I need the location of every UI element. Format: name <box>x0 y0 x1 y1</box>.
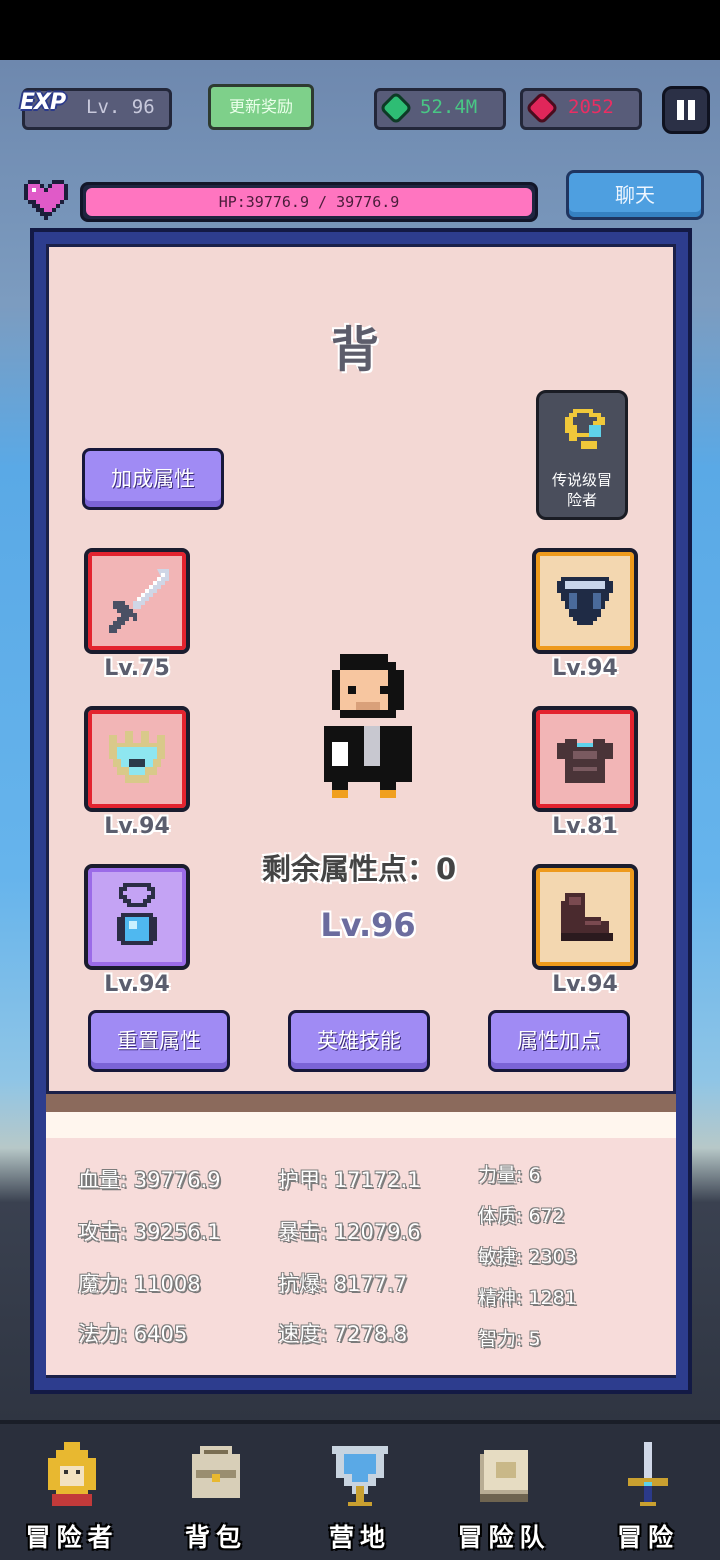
nav-team[interactable]: 冒险队 <box>432 1420 576 1560</box>
backpack-icon <box>192 1446 240 1498</box>
pause-icon <box>677 100 684 120</box>
equip-slot-helmet[interactable] <box>84 706 190 812</box>
stat-crit-resist: 抗爆: 8177.7 <box>278 1272 408 1296</box>
equip-slot-necklace[interactable] <box>84 864 190 970</box>
sword-icon <box>109 569 169 633</box>
necklace-icon <box>117 883 157 945</box>
nav-adventure[interactable]: 冒险 <box>576 1420 720 1560</box>
legendary-badge-label: 传说级冒险者 <box>551 471 612 509</box>
nav-label: 冒险者 <box>25 1523 119 1552</box>
hero-skills-button[interactable]: 英雄技能 <box>288 1010 430 1072</box>
exp-label: EXP <box>20 90 66 115</box>
nav-adventurer[interactable]: 冒险者 <box>0 1420 144 1560</box>
remaining-points: 剩余属性点：0 <box>262 852 457 886</box>
stat-constitution: 体质: 672 <box>478 1205 565 1227</box>
equip-level-boots: Lv.94 <box>552 972 618 997</box>
equip-slot-boots[interactable] <box>532 864 638 970</box>
stat-hp: 血量: 39776.9 <box>78 1168 221 1192</box>
stat-magic: 魔力: 11008 <box>78 1272 201 1296</box>
hero-sprite <box>324 654 412 798</box>
equip-slot-weapon[interactable] <box>84 548 190 654</box>
stat-crit: 暴击: 12079.6 <box>278 1220 421 1244</box>
panel-divider <box>46 1094 676 1112</box>
reset-attributes-button[interactable]: 重置属性 <box>88 1010 230 1072</box>
stat-spirit: 精神: 1281 <box>478 1287 577 1309</box>
stat-intelligence: 智力: 5 <box>478 1328 541 1350</box>
equip-level-helmet: Lv.94 <box>104 814 170 839</box>
status-bar <box>0 0 720 60</box>
panel-strip <box>46 1112 676 1138</box>
legend-emblem-icon <box>565 409 605 449</box>
sword-hilt-icon <box>628 1442 668 1506</box>
nav-label: 冒险队 <box>457 1523 551 1552</box>
hero-level: Lv.96 <box>320 906 416 944</box>
refresh-reward-button[interactable]: 更新奖励 <box>208 84 314 130</box>
dark-gem-icon <box>557 577 613 625</box>
player-level: Lv. 96 <box>86 96 155 118</box>
stat-armor: 护甲: 17172.1 <box>278 1168 421 1192</box>
gem-count: 52.4M <box>420 96 478 118</box>
nav-label: 营地 <box>328 1523 391 1552</box>
nav-backpack[interactable]: 背包 <box>144 1420 288 1560</box>
pause-button[interactable] <box>662 86 710 134</box>
stat-mana: 法力: 6405 <box>78 1322 188 1346</box>
boots-icon <box>561 893 613 941</box>
panel-title: 背 <box>330 322 379 378</box>
crown-helmet-icon <box>109 731 165 783</box>
equip-level-armor: Lv.81 <box>552 814 618 839</box>
stat-speed: 速度: 7278.8 <box>278 1322 408 1346</box>
nav-label: 背包 <box>184 1523 247 1552</box>
armor-icon <box>557 739 613 783</box>
equip-level-necklace: Lv.94 <box>104 972 170 997</box>
equip-level-gem: Lv.94 <box>552 656 618 681</box>
stat-agility: 敏捷: 2303 <box>478 1246 577 1268</box>
pause-icon-bar <box>688 100 695 120</box>
stat-attack: 攻击: 39256.1 <box>78 1220 221 1244</box>
nav-label: 冒险 <box>616 1523 679 1552</box>
golden-helmet-icon <box>48 1442 96 1506</box>
banner-icon <box>332 1446 388 1506</box>
equip-level-weapon: Lv.75 <box>104 656 170 681</box>
stat-strength: 力量: 6 <box>478 1164 541 1186</box>
hp-text: HP:39776.9 / 39776.9 <box>218 193 400 211</box>
ruby-count: 2052 <box>568 96 614 118</box>
heart-icon <box>24 180 68 220</box>
chat-button[interactable]: 聊天 <box>566 170 704 220</box>
book-icon <box>480 1450 528 1502</box>
nav-camp[interactable]: 营地 <box>288 1420 432 1560</box>
equip-slot-armor[interactable] <box>532 706 638 812</box>
add-attribute-points-button[interactable]: 属性加点 <box>488 1010 630 1072</box>
bonus-attributes-button[interactable]: 加成属性 <box>82 448 224 510</box>
equip-slot-gem[interactable] <box>532 548 638 654</box>
